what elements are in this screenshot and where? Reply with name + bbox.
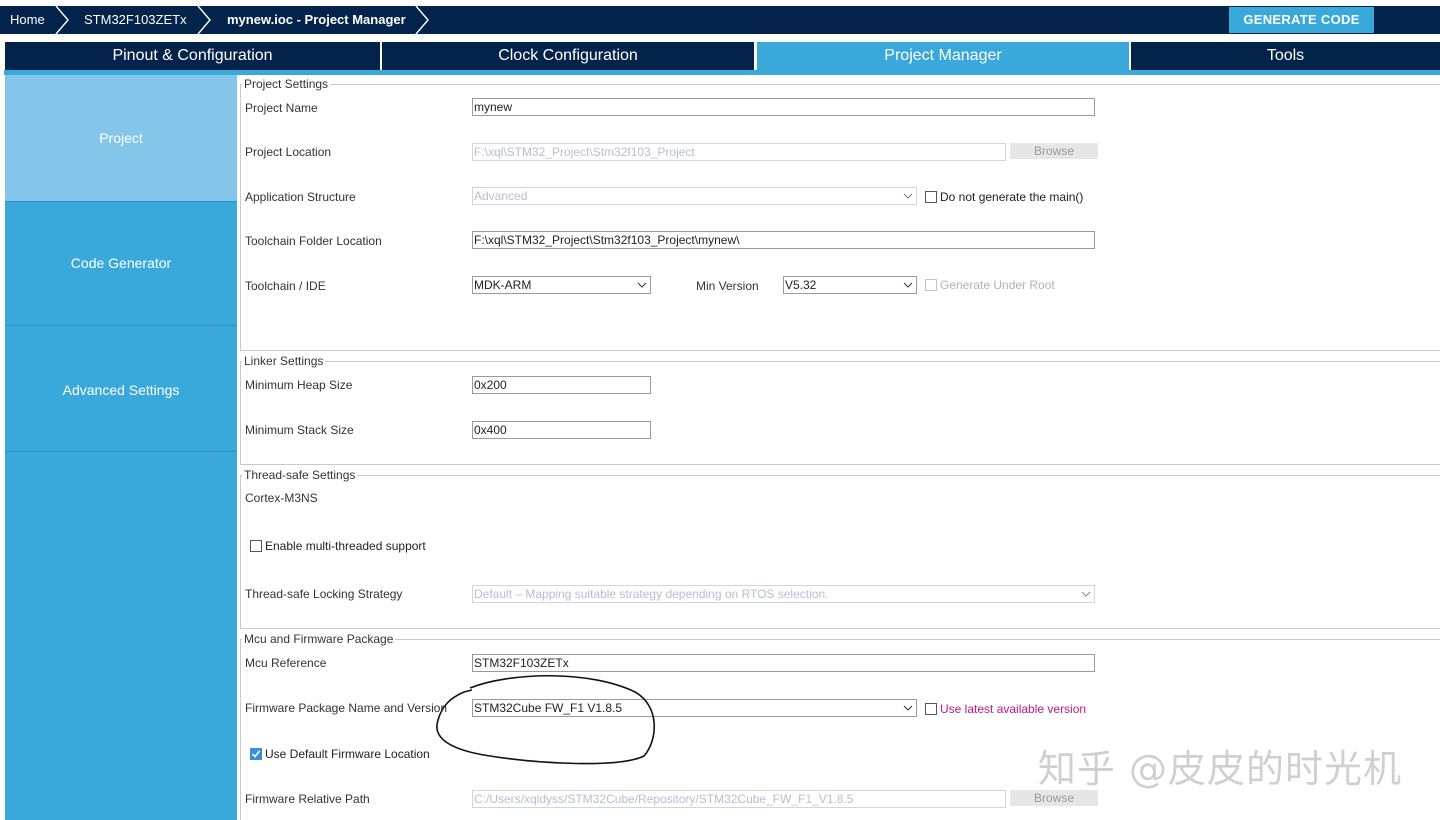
chevron-right-icon <box>415 6 429 34</box>
dropdown-arrow-icon <box>637 282 647 288</box>
locking-strategy-label: Thread-safe Locking Strategy <box>245 587 403 601</box>
dropdown-arrow-icon <box>1081 591 1091 597</box>
application-structure-select: Advanced <box>472 187 917 205</box>
default-location-checkbox[interactable] <box>250 748 262 760</box>
min-stack-label: Minimum Stack Size <box>245 423 354 437</box>
project-name-input[interactable]: mynew <box>472 98 1095 116</box>
breadcrumb <box>0 6 1440 34</box>
generate-under-root-label: Generate Under Root <box>940 278 1055 292</box>
chevron-right-icon <box>55 6 69 34</box>
multi-thread-checkbox[interactable] <box>250 540 262 552</box>
toolchain-folder-label: Toolchain Folder Location <box>245 234 382 248</box>
min-version-select[interactable]: V5.32 <box>783 276 917 294</box>
generate-under-root-checkbox <box>925 279 937 291</box>
dropdown-arrow-icon <box>903 282 913 288</box>
project-settings-legend: Project Settings <box>242 77 331 91</box>
sidebar-divider <box>5 451 237 452</box>
check-icon <box>251 750 261 758</box>
use-latest-label: Use latest available version <box>940 702 1087 716</box>
min-heap-input[interactable]: 0x200 <box>472 376 651 394</box>
locking-strategy-value: Default – Mapping suitable strategy depe… <box>474 587 829 601</box>
group-border <box>240 361 1440 362</box>
multi-thread-label: Enable multi-threaded support <box>265 539 426 553</box>
sidebar-item-project[interactable]: Project <box>5 75 237 201</box>
breadcrumb-project[interactable]: mynew.ioc - Project Manager <box>227 6 406 34</box>
min-version-value: V5.32 <box>785 278 817 292</box>
thread-safe-legend: Thread-safe Settings <box>242 468 358 482</box>
firmware-package-label: Firmware Package Name and Version <box>245 701 448 715</box>
use-latest-checkbox[interactable] <box>925 703 937 715</box>
min-version-label: Min Version <box>696 279 759 293</box>
project-location-label: Project Location <box>245 145 332 159</box>
toolchain-ide-label: Toolchain / IDE <box>245 279 326 293</box>
generate-code-button[interactable]: GENERATE CODE <box>1229 7 1374 33</box>
relative-path-label: Firmware Relative Path <box>245 792 370 806</box>
relative-path-input: C:/Users/xqldyss/STM32Cube/Repository/ST… <box>472 790 1006 808</box>
group-border <box>240 361 241 464</box>
group-border <box>240 639 241 820</box>
application-structure-value: Advanced <box>474 189 528 203</box>
application-structure-label: Application Structure <box>245 190 356 204</box>
mcu-reference-label: Mcu Reference <box>245 656 327 670</box>
no-main-checkbox[interactable] <box>925 191 937 203</box>
toolchain-folder-input[interactable]: F:\xql\STM32_Project\Stm32f103_Project\m… <box>472 231 1095 249</box>
sidebar-item-advanced-settings[interactable]: Advanced Settings <box>5 326 237 451</box>
locking-strategy-select: Default – Mapping suitable strategy depe… <box>472 585 1095 603</box>
group-border <box>240 475 241 628</box>
project-name-label: Project Name <box>245 101 318 115</box>
group-border <box>240 628 1440 629</box>
project-location-input: F:\xql\STM32_Project\Stm32f103_Project <box>472 143 1006 161</box>
core-label: Cortex-M3NS <box>245 491 318 505</box>
toolchain-ide-value: MDK-ARM <box>474 278 532 292</box>
tab-tools[interactable]: Tools <box>1131 42 1440 70</box>
breadcrumb-home[interactable]: Home <box>10 6 45 34</box>
breadcrumb-mcu[interactable]: STM32F103ZETx <box>84 6 187 34</box>
watermark: 知乎 @皮皮的时光机 <box>1037 747 1402 791</box>
toolchain-ide-select[interactable]: MDK-ARM <box>472 276 651 294</box>
min-stack-input[interactable]: 0x400 <box>472 421 651 439</box>
group-border <box>240 84 241 350</box>
linker-settings-legend: Linker Settings <box>242 354 326 368</box>
group-border <box>240 639 1440 640</box>
chevron-right-icon <box>197 6 211 34</box>
tab-clock-configuration[interactable]: Clock Configuration <box>382 42 754 70</box>
tab-pinout-configuration[interactable]: Pinout & Configuration <box>5 42 380 70</box>
group-border <box>240 350 1440 351</box>
firmware-legend: Mcu and Firmware Package <box>242 632 396 646</box>
min-heap-label: Minimum Heap Size <box>245 378 353 392</box>
group-border <box>240 464 1440 465</box>
no-main-label: Do not generate the main() <box>940 190 1084 204</box>
sidebar: Project Code Generator Advanced Settings <box>5 75 237 820</box>
hand-drawn-circle-annotation <box>436 674 655 765</box>
sidebar-item-code-generator[interactable]: Code Generator <box>5 202 237 325</box>
tab-project-manager[interactable]: Project Manager <box>757 42 1129 70</box>
default-location-label: Use Default Firmware Location <box>265 747 430 761</box>
group-border <box>240 84 1440 85</box>
dropdown-arrow-icon <box>903 705 913 711</box>
group-border <box>240 475 1440 476</box>
project-location-browse-button: Browse <box>1010 143 1098 159</box>
dropdown-arrow-icon <box>903 193 913 199</box>
